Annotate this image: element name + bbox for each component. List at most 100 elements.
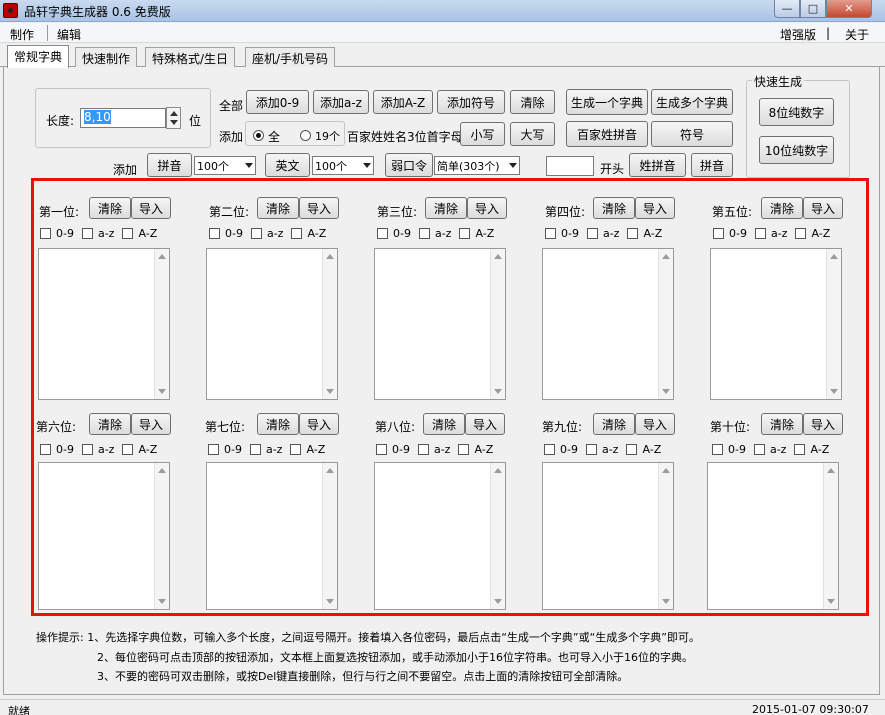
pinyin-count-select[interactable]: 100个 (194, 156, 256, 175)
pos10-scrollbar[interactable] (823, 463, 838, 609)
pos10-textarea[interactable] (707, 462, 839, 610)
english-button[interactable]: 英文 (265, 153, 310, 177)
uppercase-button[interactable]: 大写 (510, 122, 555, 146)
scroll-up-icon[interactable] (158, 254, 166, 259)
menu-make[interactable]: 制作 (10, 26, 34, 43)
weak-mode-select[interactable]: 简单(303个) (434, 156, 520, 175)
prefix-input[interactable] (546, 156, 594, 176)
add-symbol-button[interactable]: 添加符号 (437, 90, 505, 114)
radio-all[interactable] (253, 130, 264, 144)
pos2-lower-checkbox[interactable] (250, 228, 262, 239)
pinyin2-button[interactable]: 拼音 (691, 153, 733, 177)
pos4-scrollbar[interactable] (658, 249, 673, 399)
pos4-digits-checkbox[interactable] (545, 228, 556, 239)
pos4-lower-checkbox[interactable] (586, 228, 598, 239)
scroll-up-icon[interactable] (494, 254, 502, 259)
pos6-upper-checkbox[interactable] (122, 444, 134, 455)
pos9-import-button[interactable]: 导入 (635, 413, 675, 435)
pos6-lower-checkbox[interactable] (81, 444, 93, 455)
scroll-up-icon[interactable] (827, 468, 835, 473)
pos5-scrollbar[interactable] (826, 249, 841, 399)
scroll-up-icon[interactable] (830, 254, 838, 259)
pos10-digits-checkbox[interactable] (712, 444, 723, 455)
pos3-upper-checkbox[interactable] (459, 228, 471, 239)
quick-8-digits-button[interactable]: 8位纯数字 (759, 98, 834, 126)
pos4-upper-checkbox[interactable] (627, 228, 639, 239)
scroll-up-icon[interactable] (326, 468, 334, 473)
pos7-textarea[interactable] (206, 462, 338, 610)
pos9-clear-button[interactable]: 清除 (593, 413, 635, 435)
scroll-up-icon[interactable] (662, 254, 670, 259)
scroll-down-icon[interactable] (158, 389, 166, 394)
pos6-import-button[interactable]: 导入 (131, 413, 171, 435)
pos5-digits-checkbox[interactable] (713, 228, 724, 239)
pinyin-button[interactable]: 拼音 (147, 153, 192, 177)
pos9-scrollbar[interactable] (658, 463, 673, 609)
tab-phone[interactable]: 座机/手机号码 (245, 47, 336, 67)
pos2-import-button[interactable]: 导入 (299, 197, 339, 219)
tab-quick[interactable]: 快速制作 (75, 47, 138, 67)
pos5-import-button[interactable]: 导入 (803, 197, 843, 219)
scroll-down-icon[interactable] (830, 389, 838, 394)
pos5-lower-checkbox[interactable] (754, 228, 766, 239)
pos3-textarea[interactable] (374, 248, 506, 400)
clear-all-button[interactable]: 清除 (510, 90, 555, 114)
length-spinner[interactable] (166, 107, 181, 129)
weak-password-button[interactable]: 弱口令 (385, 153, 433, 177)
name-pinyin-button[interactable]: 姓拼音 (629, 153, 686, 177)
pos1-textarea[interactable] (38, 248, 170, 400)
pos9-textarea[interactable] (542, 462, 674, 610)
close-button[interactable]: ✕ (826, 0, 872, 18)
menu-about[interactable]: 关于 (845, 26, 869, 43)
scroll-down-icon[interactable] (158, 599, 166, 604)
pos6-textarea[interactable] (38, 462, 170, 610)
add-09-button[interactable]: 添加0-9 (246, 90, 309, 114)
pos5-upper-checkbox[interactable] (795, 228, 807, 239)
pos6-clear-button[interactable]: 清除 (89, 413, 131, 435)
radio-19[interactable] (300, 130, 311, 144)
pos8-import-button[interactable]: 导入 (465, 413, 505, 435)
pos3-lower-checkbox[interactable] (418, 228, 430, 239)
scroll-up-icon[interactable] (158, 468, 166, 473)
pos9-lower-checkbox[interactable] (585, 444, 597, 455)
pos1-lower-checkbox[interactable] (81, 228, 93, 239)
pos10-upper-checkbox[interactable] (794, 444, 806, 455)
gen-many-button[interactable]: 生成多个字典 (651, 89, 733, 115)
pos5-textarea[interactable] (710, 248, 842, 400)
pos3-scrollbar[interactable] (490, 249, 505, 399)
pos5-clear-button[interactable]: 清除 (761, 197, 803, 219)
add-AZ-button[interactable]: 添加A-Z (373, 90, 433, 114)
pos4-import-button[interactable]: 导入 (635, 197, 675, 219)
spin-up-icon[interactable] (170, 111, 178, 116)
scroll-down-icon[interactable] (827, 599, 835, 604)
minimize-button[interactable]: — (774, 0, 800, 18)
pos2-textarea[interactable] (206, 248, 338, 400)
pos8-upper-checkbox[interactable] (458, 444, 470, 455)
pos3-import-button[interactable]: 导入 (467, 197, 507, 219)
pos8-digits-checkbox[interactable] (376, 444, 387, 455)
pos9-digits-checkbox[interactable] (544, 444, 555, 455)
pos2-clear-button[interactable]: 清除 (257, 197, 299, 219)
symbol-button[interactable]: 符号 (651, 121, 733, 147)
tab-special-format[interactable]: 特殊格式/生日 (145, 47, 236, 67)
pos8-clear-button[interactable]: 清除 (423, 413, 465, 435)
pos1-digits-checkbox[interactable] (40, 228, 51, 239)
pos1-scrollbar[interactable] (154, 249, 169, 399)
pos4-clear-button[interactable]: 清除 (593, 197, 635, 219)
scroll-down-icon[interactable] (326, 599, 334, 604)
pos1-import-button[interactable]: 导入 (131, 197, 171, 219)
pos7-digits-checkbox[interactable] (208, 444, 219, 455)
pos8-scrollbar[interactable] (490, 463, 505, 609)
pos6-scrollbar[interactable] (154, 463, 169, 609)
pos7-upper-checkbox[interactable] (290, 444, 302, 455)
scroll-up-icon[interactable] (662, 468, 670, 473)
maximize-button[interactable]: □ (800, 0, 826, 18)
pos3-clear-button[interactable]: 清除 (425, 197, 467, 219)
pos7-clear-button[interactable]: 清除 (257, 413, 299, 435)
pos1-upper-checkbox[interactable] (122, 228, 134, 239)
surname-pinyin-button[interactable]: 百家姓拼音 (566, 121, 648, 147)
pos2-scrollbar[interactable] (322, 249, 337, 399)
pos4-textarea[interactable] (542, 248, 674, 400)
pos8-lower-checkbox[interactable] (417, 444, 429, 455)
pos10-lower-checkbox[interactable] (753, 444, 765, 455)
